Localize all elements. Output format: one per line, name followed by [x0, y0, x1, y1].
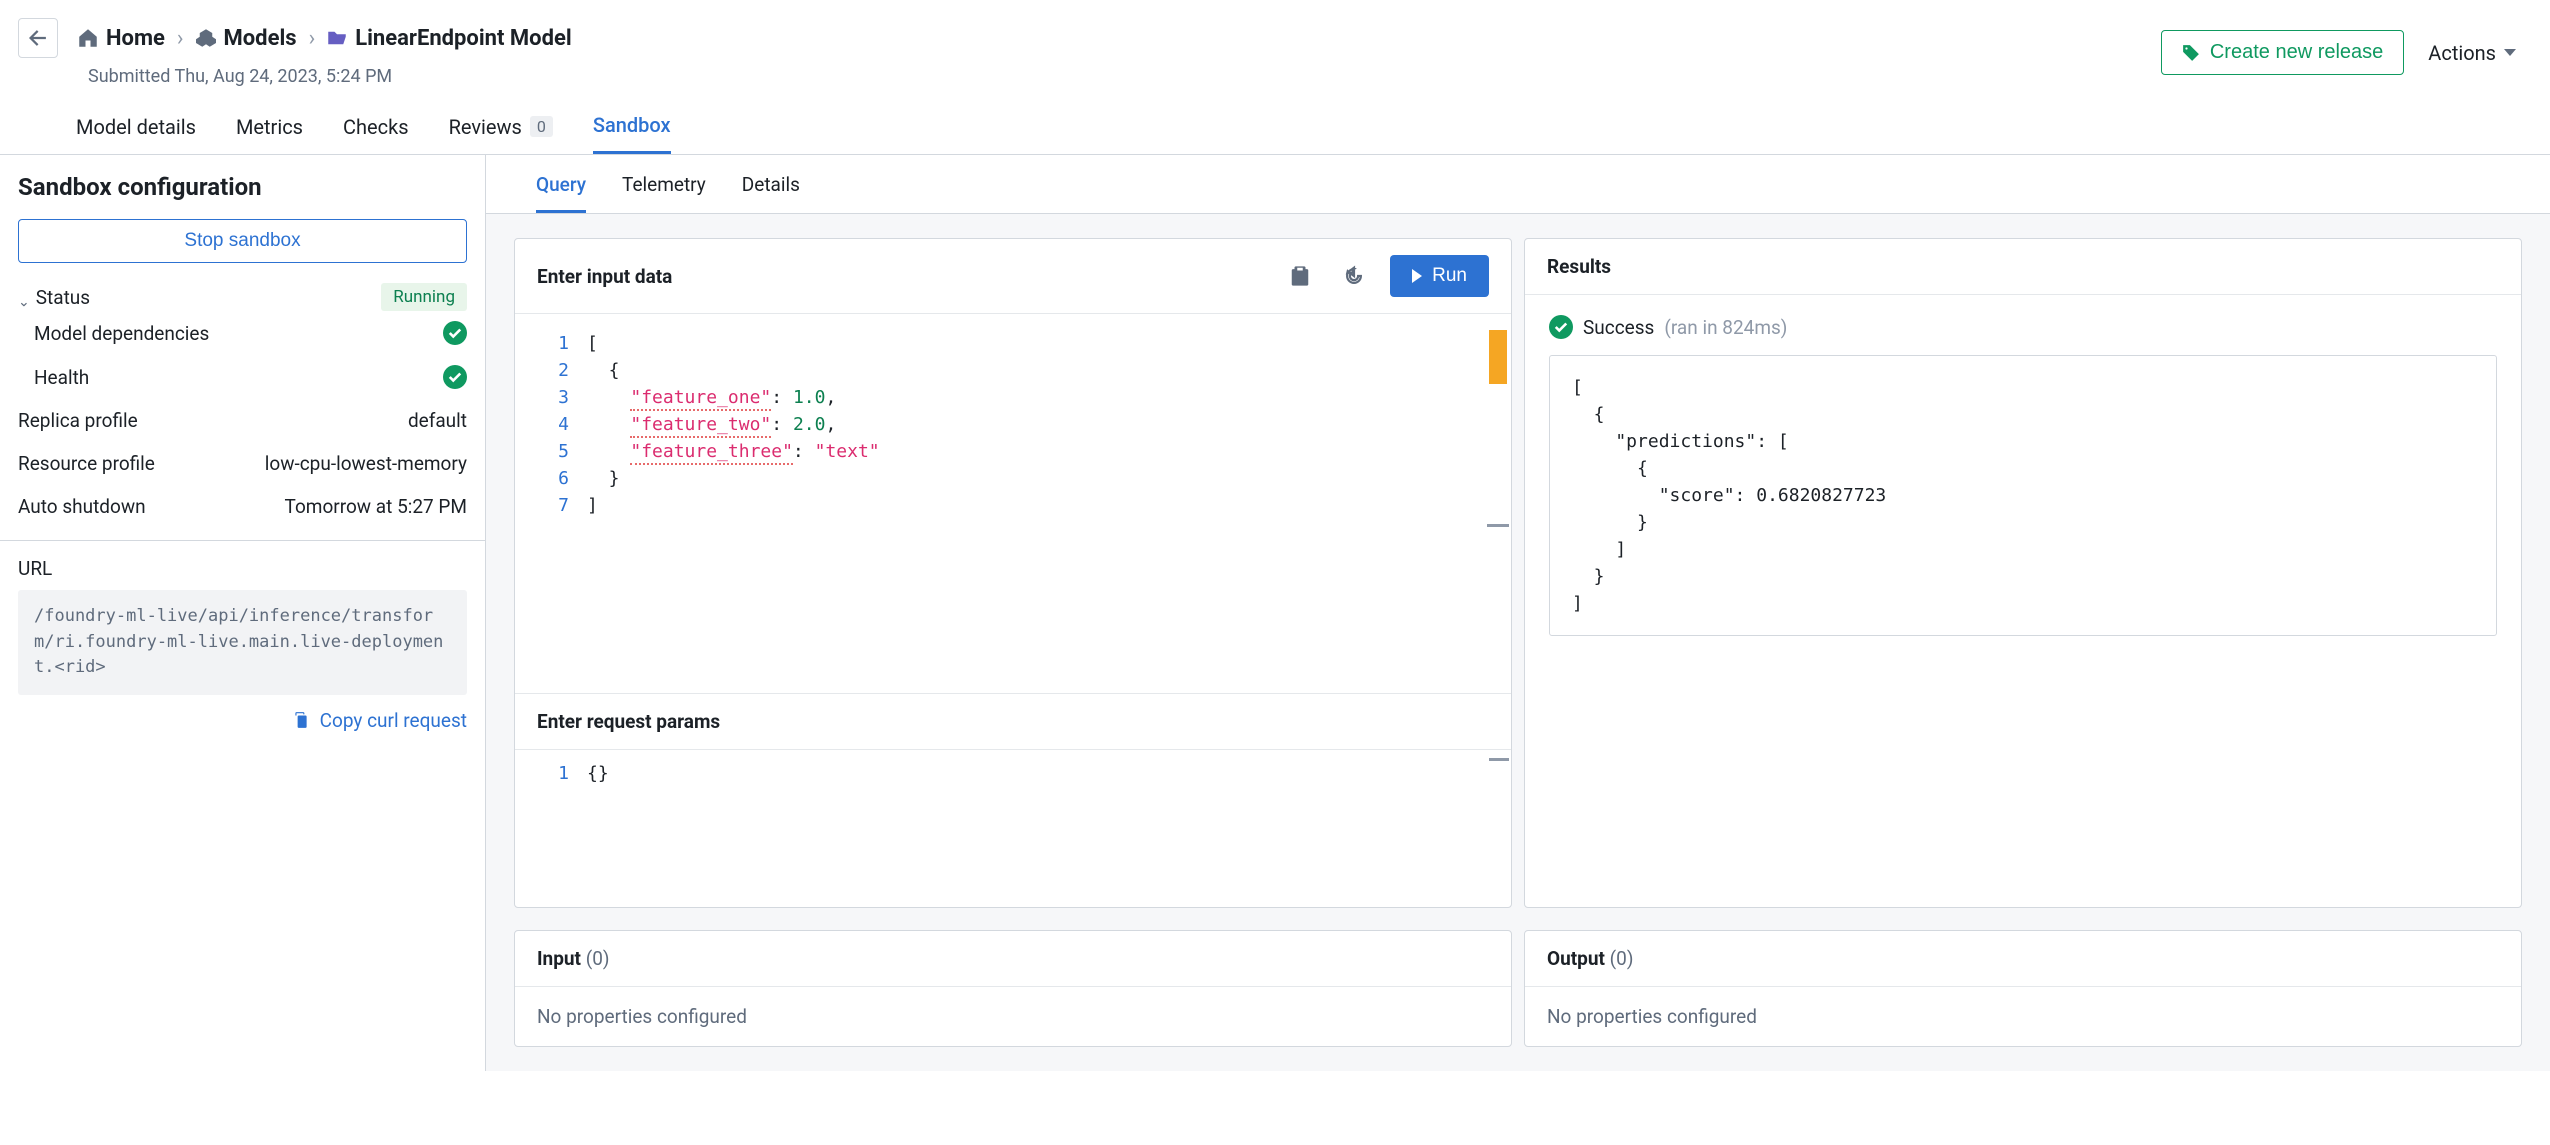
replica-profile-value: default [408, 409, 467, 432]
params-code-editor[interactable]: 1 {} [515, 750, 1511, 907]
header: Home › Models › LinearEndpoint Model Sub… [0, 0, 2550, 87]
clipboard-icon [1289, 265, 1311, 287]
sidebar: Sandbox configuration Stop sandbox ⌃ Stat… [0, 155, 486, 1071]
auto-shutdown-row: Auto shutdown Tomorrow at 5:27 PM [18, 485, 467, 528]
check-circle-icon [443, 365, 467, 389]
results-status: Success (ran in 824ms) [1549, 315, 2497, 339]
input-data-panel: Enter input data Run [514, 238, 1512, 908]
replica-profile-row: Replica profile default [18, 399, 467, 442]
check-circle-icon [443, 321, 467, 345]
tab-model-details[interactable]: Model details [76, 113, 196, 154]
create-release-button[interactable]: Create new release [2161, 30, 2404, 75]
gutter: 1 2 3 4 5 6 7 [515, 330, 587, 519]
tab-reviews-label: Reviews [449, 115, 522, 139]
auto-shutdown-value: Tomorrow at 5:27 PM [285, 495, 467, 518]
breadcrumb-models[interactable]: Models [196, 26, 297, 51]
input-properties-panel: Input (0) No properties configured [514, 930, 1512, 1047]
home-icon [78, 28, 98, 48]
chevron-down-icon: ⌃ [18, 292, 30, 308]
tab-metrics[interactable]: Metrics [236, 113, 303, 154]
tab-sandbox[interactable]: Sandbox [593, 113, 671, 154]
copy-curl-button[interactable]: Copy curl request [18, 709, 467, 732]
results-duration: (ran in 824ms) [1664, 316, 1787, 339]
folder-icon [327, 28, 347, 48]
resource-profile-label: Resource profile [18, 452, 155, 475]
play-icon [1412, 269, 1422, 283]
output-properties-label: Output [1547, 947, 1605, 970]
caret-down-icon [2504, 49, 2516, 56]
url-value: /foundry-ml-live/api/inference/transform… [18, 590, 467, 695]
input-data-title: Enter input data [537, 265, 672, 288]
results-title: Results [1547, 255, 1611, 278]
clipboard-button[interactable] [1282, 258, 1318, 294]
chevron-right-icon: › [177, 26, 184, 51]
reset-icon [1343, 265, 1365, 287]
breadcrumb-current-label: LinearEndpoint Model [355, 26, 572, 51]
check-circle-icon [1549, 315, 1573, 339]
models-icon [196, 28, 216, 48]
main-area: Query Telemetry Details Enter input data [486, 155, 2550, 1071]
url-label: URL [18, 557, 467, 580]
tab-reviews[interactable]: Reviews 0 [449, 113, 553, 154]
breadcrumb-current[interactable]: LinearEndpoint Model [327, 26, 572, 51]
sub-tab-telemetry[interactable]: Telemetry [622, 173, 706, 213]
reviews-count-badge: 0 [530, 116, 553, 137]
submitted-timestamp: Submitted Thu, Aug 24, 2023, 5:24 PM [88, 66, 572, 87]
auto-shutdown-label: Auto shutdown [18, 495, 146, 518]
sub-tabs: Query Telemetry Details [486, 155, 2550, 214]
output-properties-count: (0) [1610, 947, 1634, 970]
tab-checks[interactable]: Checks [343, 113, 409, 154]
results-status-label: Success [1583, 316, 1654, 339]
tag-icon [2182, 44, 2200, 62]
clipboard-icon [292, 711, 310, 729]
stop-sandbox-button[interactable]: Stop sandbox [18, 219, 467, 263]
health-label: Health [34, 366, 89, 389]
replica-profile-label: Replica profile [18, 409, 138, 432]
top-tabs: Model details Metrics Checks Reviews 0 S… [0, 87, 2550, 155]
gutter: 1 [515, 760, 587, 787]
resource-profile-row: Resource profile low-cpu-lowest-memory [18, 442, 467, 485]
status-label: Status [36, 286, 90, 309]
input-properties-count: (0) [586, 947, 610, 970]
actions-dropdown[interactable]: Actions [2422, 31, 2522, 75]
create-release-label: Create new release [2210, 41, 2383, 64]
results-panel: Results Success (ran in 824ms) [ { "pred… [1524, 238, 2522, 908]
sub-tab-query[interactable]: Query [536, 173, 586, 213]
run-label: Run [1432, 265, 1467, 287]
output-properties-panel: Output (0) No properties configured [1524, 930, 2522, 1047]
params-content: {} [587, 760, 1511, 787]
input-properties-label: Input [537, 947, 581, 970]
reset-button[interactable] [1336, 258, 1372, 294]
breadcrumb-models-label: Models [224, 26, 297, 51]
chevron-right-icon: › [309, 26, 316, 51]
output-properties-body: No properties configured [1525, 986, 2521, 1046]
breadcrumbs: Home › Models › LinearEndpoint Model [18, 18, 572, 58]
breadcrumb-home[interactable]: Home [78, 26, 165, 51]
actions-label: Actions [2428, 41, 2496, 65]
minimap[interactable] [1489, 758, 1509, 761]
request-params-title: Enter request params [515, 693, 1511, 750]
run-button[interactable]: Run [1390, 255, 1489, 297]
model-deps-label: Model dependencies [34, 322, 209, 345]
status-toggle[interactable]: ⌃ Status Running [18, 283, 467, 311]
minimap[interactable] [1489, 330, 1507, 519]
resource-profile-value: low-cpu-lowest-memory [265, 452, 467, 475]
model-deps-row: Model dependencies [18, 311, 467, 355]
input-properties-body: No properties configured [515, 986, 1511, 1046]
sub-tab-details[interactable]: Details [742, 173, 800, 213]
input-code-editor[interactable]: 1 2 3 4 5 6 7 [ { "feature_one": 1.0, "f… [515, 314, 1511, 535]
copy-curl-label: Copy curl request [320, 709, 467, 732]
health-row: Health [18, 355, 467, 399]
back-button[interactable] [18, 18, 58, 58]
breadcrumb-home-label: Home [106, 26, 165, 51]
status-badge: Running [381, 283, 467, 311]
code-content: [ { "feature_one": 1.0, "feature_two": 2… [587, 330, 1485, 519]
sidebar-title: Sandbox configuration [18, 173, 467, 201]
results-output: [ { "predictions": [ { "score": 0.682082… [1549, 355, 2497, 636]
